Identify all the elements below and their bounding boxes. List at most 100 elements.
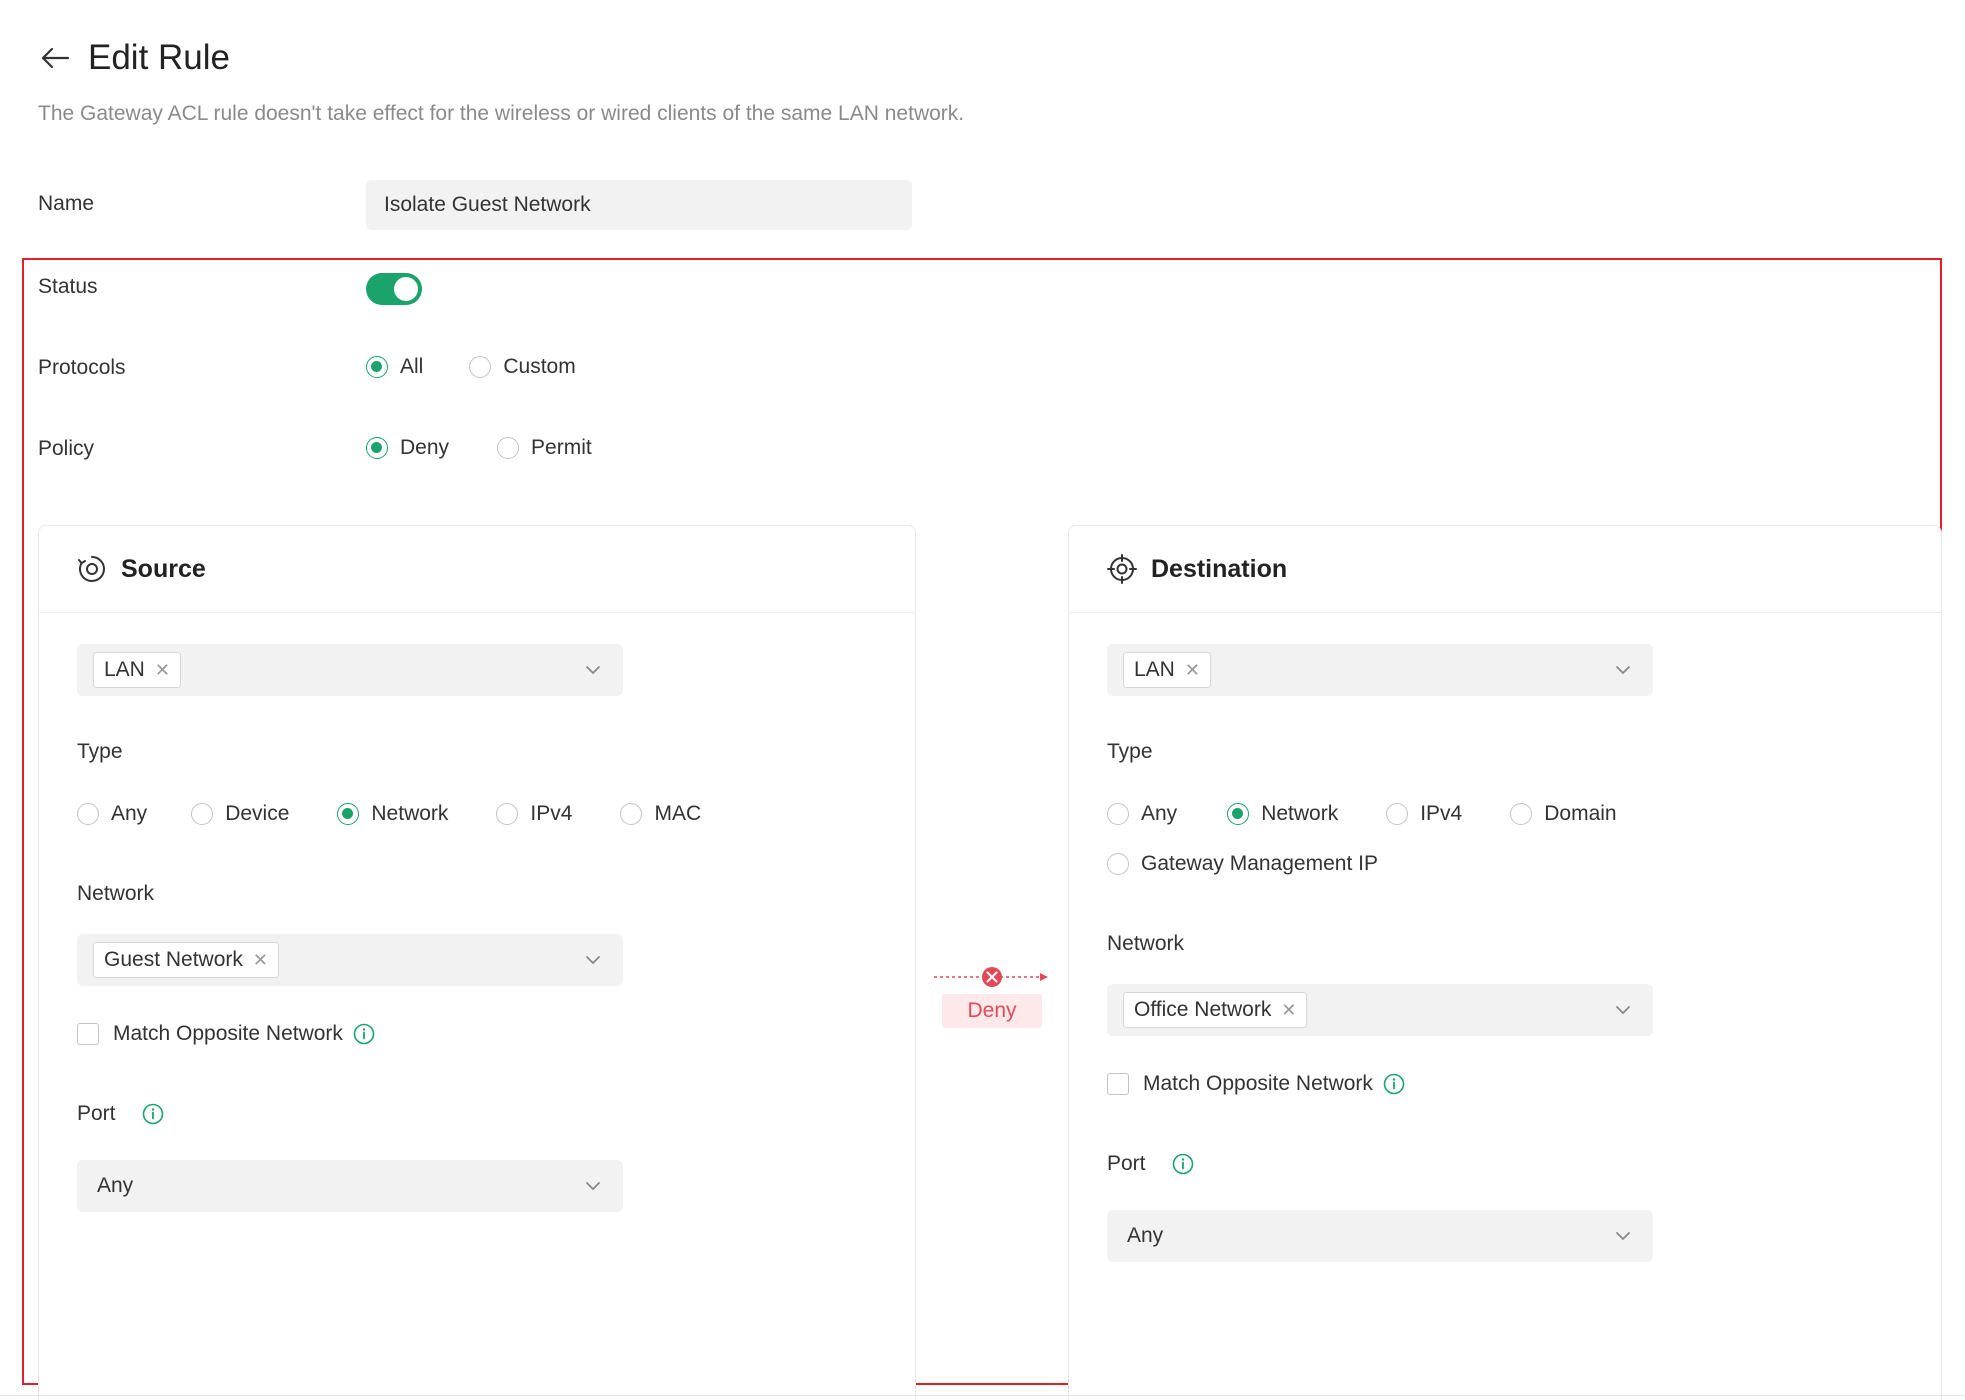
source-icon (77, 554, 107, 584)
chip-remove-icon[interactable]: ✕ (155, 660, 170, 681)
source-network-chip: Guest Network ✕ (93, 942, 279, 978)
source-match-opposite-checkbox[interactable] (77, 1023, 99, 1045)
radio-label: IPv4 (530, 802, 573, 825)
status-toggle[interactable] (366, 273, 422, 305)
source-match-opposite-row: Match Opposite Network (77, 1022, 375, 1046)
destination-interface-chip: LAN ✕ (1123, 652, 1211, 688)
destination-port-label: Port (1107, 1152, 1146, 1175)
destination-icon (1107, 554, 1137, 584)
source-network-select[interactable]: Guest Network ✕ (77, 934, 623, 986)
destination-network-chip: Office Network ✕ (1123, 992, 1308, 1028)
radio-checked-icon (1227, 803, 1250, 825)
checkbox-label: Match Opposite Network (1143, 1072, 1373, 1095)
radio-label: Permit (531, 436, 592, 459)
source-type-network[interactable]: Network (337, 802, 448, 826)
radio-unchecked-icon (1510, 803, 1533, 825)
chevron-down-icon (1616, 666, 1630, 674)
destination-match-opposite-checkbox[interactable] (1107, 1073, 1129, 1095)
chevron-down-icon (586, 1182, 600, 1190)
radio-unchecked-icon (1107, 803, 1129, 825)
radio-label: IPv4 (1420, 802, 1463, 825)
radio-checked-icon (366, 437, 388, 459)
radio-label: Network (371, 802, 449, 825)
radio-unchecked-icon (77, 803, 99, 825)
info-icon[interactable] (1172, 1153, 1194, 1175)
page-header: Edit Rule (38, 38, 230, 78)
radio-checked-icon (366, 356, 388, 378)
destination-network-label: Network (1107, 932, 1185, 955)
destination-port-label-row: Port (1107, 1152, 1194, 1176)
destination-title: Destination (1151, 554, 1288, 583)
source-type-any[interactable]: Any (77, 802, 147, 826)
destination-type-ipv4[interactable]: IPv4 (1386, 802, 1462, 826)
radio-label: Deny (400, 436, 450, 459)
destination-panel: Destination LAN ✕ Type Any Network IPv4 (1068, 525, 1942, 1400)
radio-unchecked-icon (497, 437, 520, 459)
chevron-down-icon (586, 666, 600, 674)
destination-port-select[interactable]: Any (1107, 1210, 1653, 1262)
destination-network-select[interactable]: Office Network ✕ (1107, 984, 1653, 1036)
radio-label: Device (225, 802, 290, 825)
chip-label: LAN (1134, 658, 1175, 681)
radio-label: Any (111, 802, 148, 825)
radio-label: All (400, 355, 424, 378)
radio-label: Any (1141, 802, 1178, 825)
chip-remove-icon[interactable]: ✕ (1185, 660, 1200, 681)
chip-label: Office Network (1134, 998, 1272, 1021)
radio-unchecked-icon (620, 803, 643, 825)
destination-type-any[interactable]: Any (1107, 802, 1177, 826)
destination-type-domain[interactable]: Domain (1510, 802, 1617, 826)
protocols-radio-group: All Custom (366, 355, 576, 379)
radio-checked-icon (337, 803, 360, 825)
source-network-label: Network (77, 882, 155, 905)
select-value: Any (97, 1174, 134, 1197)
radio-label: Custom (503, 355, 576, 378)
chevron-down-icon (1616, 1006, 1630, 1014)
source-interface-select[interactable]: LAN ✕ (77, 644, 623, 696)
protocols-radio-custom[interactable]: Custom (469, 355, 576, 379)
radio-unchecked-icon (1107, 853, 1129, 875)
policy-label: Policy (38, 437, 95, 460)
policy-radio-permit[interactable]: Permit (497, 436, 592, 460)
radio-unchecked-icon (191, 803, 214, 825)
destination-panel-header: Destination (1069, 526, 1941, 613)
name-input[interactable] (366, 180, 912, 230)
destination-type-radio-group-row2: Gateway Management IP (1107, 852, 1378, 876)
info-icon[interactable] (142, 1103, 164, 1125)
info-icon[interactable] (353, 1023, 375, 1045)
bottom-divider (0, 1395, 1965, 1396)
policy-radio-deny[interactable]: Deny (366, 436, 449, 460)
chip-remove-icon[interactable]: ✕ (1281, 1000, 1296, 1021)
edit-rule-page: Edit Rule The Gateway ACL rule doesn't t… (0, 0, 1965, 1400)
destination-interface-select[interactable]: LAN ✕ (1107, 644, 1653, 696)
source-port-label-row: Port (77, 1102, 164, 1126)
destination-match-opposite-row: Match Opposite Network (1107, 1072, 1405, 1096)
radio-unchecked-icon (469, 356, 492, 378)
page-title: Edit Rule (88, 38, 231, 77)
select-value: Any (1127, 1224, 1164, 1247)
source-type-ipv4[interactable]: IPv4 (496, 802, 572, 826)
radio-label: Network (1261, 802, 1339, 825)
source-type-device[interactable]: Device (191, 802, 289, 826)
source-type-mac[interactable]: MAC (620, 802, 701, 826)
deny-badge: Deny (942, 994, 1042, 1028)
source-port-select[interactable]: Any (77, 1160, 623, 1212)
protocols-radio-all[interactable]: All (366, 355, 423, 379)
source-panel-header: Source (39, 526, 915, 613)
destination-type-network[interactable]: Network (1227, 802, 1338, 826)
radio-label: Gateway Management IP (1141, 852, 1378, 875)
info-icon[interactable] (1383, 1073, 1405, 1095)
source-interface-chip: LAN ✕ (93, 652, 181, 688)
chip-remove-icon[interactable]: ✕ (253, 950, 268, 971)
chevron-down-icon (586, 956, 600, 964)
source-title: Source (121, 554, 206, 583)
radio-label: Domain (1544, 802, 1617, 825)
chevron-down-icon (1616, 1232, 1630, 1240)
source-type-radio-group: Any Device Network IPv4 MAC (77, 802, 701, 826)
policy-radio-group: Deny Permit (366, 436, 592, 460)
chip-label: Guest Network (104, 948, 243, 971)
checkbox-label: Match Opposite Network (113, 1022, 343, 1045)
destination-type-gateway-mgmt-ip[interactable]: Gateway Management IP (1107, 852, 1378, 876)
source-type-label: Type (77, 740, 123, 763)
back-arrow-icon[interactable] (38, 41, 72, 75)
